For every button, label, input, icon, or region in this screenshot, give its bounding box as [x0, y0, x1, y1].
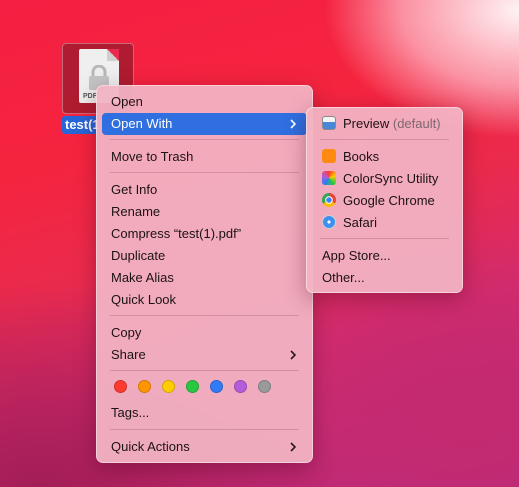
menu-separator: [110, 172, 299, 173]
menu-item-quick-look[interactable]: Quick Look: [102, 289, 307, 311]
menu-item-label: Quick Actions: [111, 439, 190, 454]
file-type-text: PDF: [83, 93, 97, 100]
menu-item-label: Quick Look: [111, 292, 177, 307]
chevron-right-icon: [290, 350, 297, 360]
menu-item-open[interactable]: Open: [102, 91, 307, 113]
menu-item-make-alias[interactable]: Make Alias: [102, 267, 307, 289]
menu-item-open-with[interactable]: Open With: [102, 113, 307, 135]
menu-item-get-info[interactable]: Get Info: [102, 179, 307, 201]
menu-item-label: Tags...: [111, 405, 150, 420]
safari-app-icon: [322, 215, 336, 229]
app-name: Google Chrome: [343, 193, 435, 208]
menu-item-label: Rename: [111, 204, 161, 219]
desktop: PDF test(1 Open Open With Move to Trash …: [0, 0, 519, 487]
tag-orange-dot[interactable]: [138, 380, 151, 393]
menu-item-share[interactable]: Share: [102, 344, 307, 366]
app-name: ColorSync Utility: [343, 171, 439, 186]
open-with-submenu: Preview (default) Books ColorSync Utilit…: [306, 107, 463, 293]
menu-item-compress[interactable]: Compress “test(1).pdf”: [102, 223, 307, 245]
menu-separator: [110, 370, 299, 371]
submenu-item-safari[interactable]: Safari: [312, 212, 457, 234]
menu-item-label: Share: [111, 347, 146, 362]
menu-item-move-to-trash[interactable]: Move to Trash: [102, 146, 307, 168]
submenu-item-chrome[interactable]: Google Chrome: [312, 190, 457, 212]
books-app-icon: [322, 149, 336, 163]
menu-item-label: Compress “test(1).pdf”: [111, 226, 242, 241]
app-name: Safari: [343, 215, 377, 230]
menu-item-label: Get Info: [111, 182, 158, 197]
submenu-item-books[interactable]: Books: [312, 146, 457, 168]
context-menu: Open Open With Move to Trash Get Info Re…: [96, 85, 313, 463]
menu-separator: [320, 139, 449, 140]
tag-red-dot[interactable]: [114, 380, 127, 393]
tag-yellow-dot[interactable]: [162, 380, 175, 393]
preview-app-icon: [322, 116, 336, 130]
menu-item-label: Copy: [111, 325, 142, 340]
colorsync-utility-app-icon: [322, 171, 336, 185]
tag-blue-dot[interactable]: [210, 380, 223, 393]
submenu-item-colorsync[interactable]: ColorSync Utility: [312, 168, 457, 190]
page-fold: [107, 49, 119, 61]
tag-green-dot[interactable]: [186, 380, 199, 393]
chevron-right-icon: [290, 442, 297, 452]
menu-item-label: Make Alias: [111, 270, 174, 285]
menu-item-quick-actions[interactable]: Quick Actions: [102, 436, 307, 458]
menu-separator: [110, 139, 299, 140]
menu-item-label: Open: [111, 94, 143, 109]
tag-purple-dot[interactable]: [234, 380, 247, 393]
menu-item-label: Open With: [111, 116, 173, 131]
menu-item-label: Other...: [322, 270, 365, 285]
menu-item-duplicate[interactable]: Duplicate: [102, 245, 307, 267]
menu-item-tags[interactable]: Tags...: [102, 402, 307, 424]
menu-separator: [110, 315, 299, 316]
default-suffix: (default): [389, 116, 441, 131]
app-name: Books: [343, 149, 380, 164]
menu-separator: [320, 238, 449, 239]
google-chrome-app-icon: [322, 193, 336, 207]
menu-item-label: Move to Trash: [111, 149, 194, 164]
menu-item-label: App Store...: [322, 248, 391, 263]
menu-separator: [110, 429, 299, 430]
app-name: Preview: [343, 116, 390, 131]
menu-item-rename[interactable]: Rename: [102, 201, 307, 223]
submenu-item-preview[interactable]: Preview (default): [312, 113, 457, 135]
submenu-item-other[interactable]: Other...: [312, 267, 457, 289]
tag-gray-dot[interactable]: [258, 380, 271, 393]
submenu-item-app-store[interactable]: App Store...: [312, 245, 457, 267]
menu-item-label: Duplicate: [111, 248, 166, 263]
chevron-right-icon: [290, 119, 297, 129]
menu-item-copy[interactable]: Copy: [102, 322, 307, 344]
